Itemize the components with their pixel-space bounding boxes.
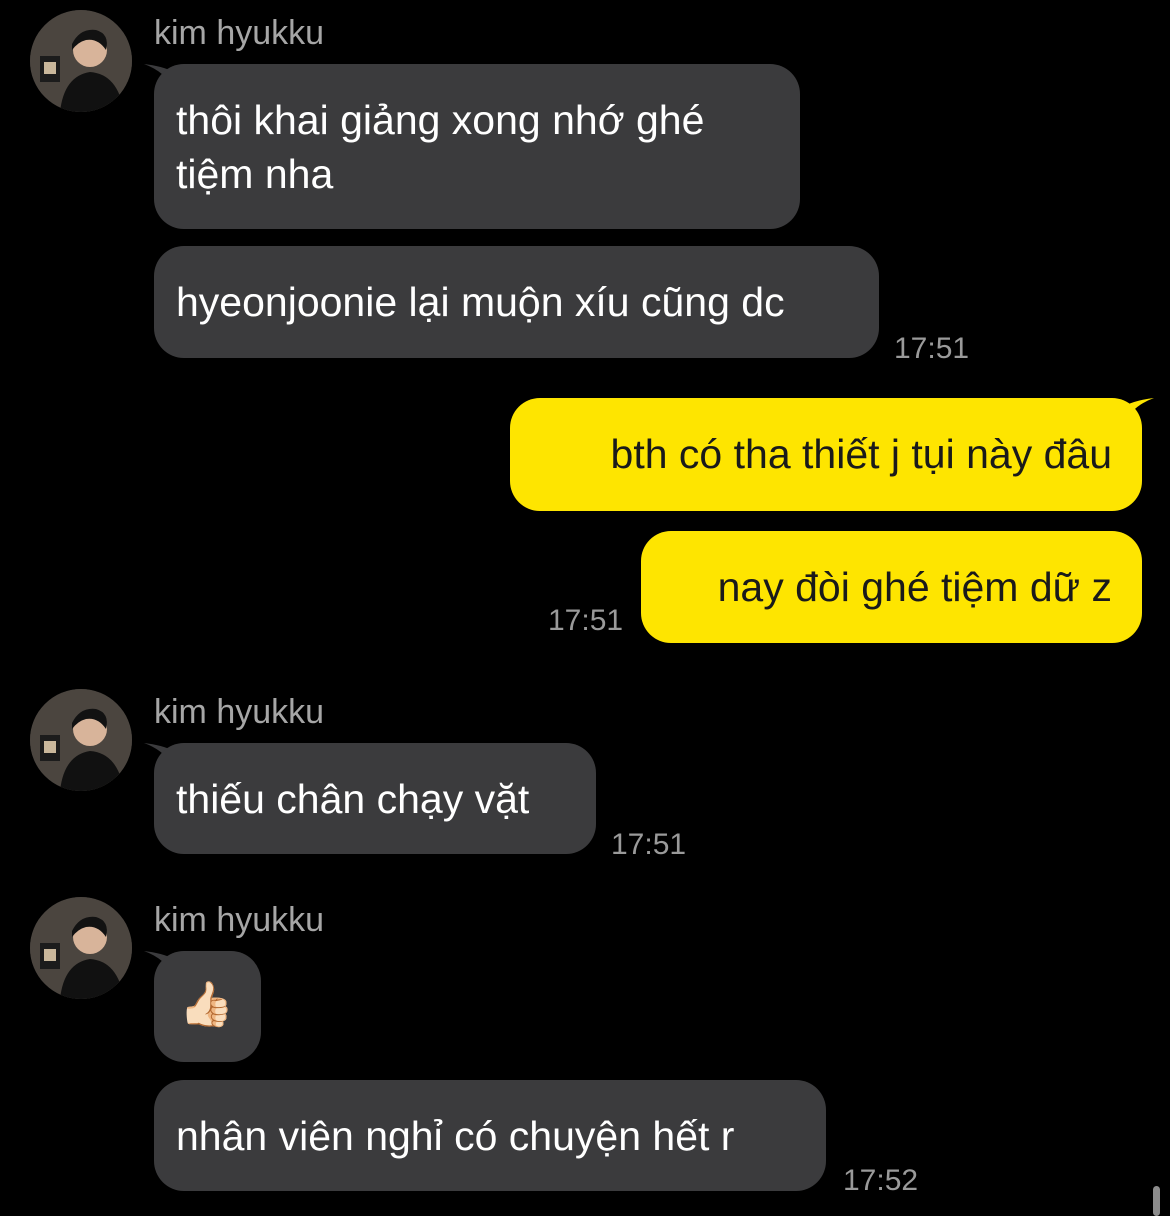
timestamp: 17:51: [611, 828, 687, 861]
sender-name: kim hyukku: [154, 693, 325, 731]
timestamp: 17:51: [894, 332, 970, 365]
sender-name: kim hyukku: [154, 901, 325, 939]
message-bubble[interactable]: 👍🏻: [154, 951, 261, 1062]
message-bubble[interactable]: thôi khai giảng xong nhớ ghé tiệm nha: [154, 64, 800, 229]
message-bubble[interactable]: nay đòi ghé tiệm dữ z: [641, 531, 1142, 643]
message-text: thiếu chân chạy vặt: [176, 776, 530, 822]
message-text: tiệm nha: [176, 151, 334, 197]
avatar[interactable]: [30, 897, 132, 999]
timestamp: 17:51: [548, 604, 624, 637]
thumbs-up-icon: 👍🏻: [179, 980, 234, 1029]
avatar[interactable]: [30, 689, 132, 791]
message-bubble[interactable]: nhân viên nghỉ có chuyện hết r: [154, 1080, 826, 1191]
message-text: thôi khai giảng xong nhớ ghé: [176, 97, 705, 143]
message-text: nay đòi ghé tiệm dữ z: [717, 564, 1112, 610]
timestamp: 17:52: [843, 1164, 919, 1197]
scrollbar[interactable]: [1153, 1186, 1160, 1216]
message-text: nhân viên nghỉ có chuyện hết r: [176, 1113, 735, 1159]
message-text: bth có tha thiết j tụi này đâu: [610, 431, 1112, 477]
sender-name: kim hyukku: [154, 14, 325, 52]
message-bubble[interactable]: hyeonjoonie lại muộn xíu cũng dc: [154, 246, 879, 358]
message-text: hyeonjoonie lại muộn xíu cũng dc: [176, 279, 785, 325]
avatar[interactable]: [30, 10, 132, 112]
message-bubble[interactable]: bth có tha thiết j tụi này đâu: [510, 398, 1142, 511]
message-bubble[interactable]: thiếu chân chạy vặt: [154, 743, 596, 854]
